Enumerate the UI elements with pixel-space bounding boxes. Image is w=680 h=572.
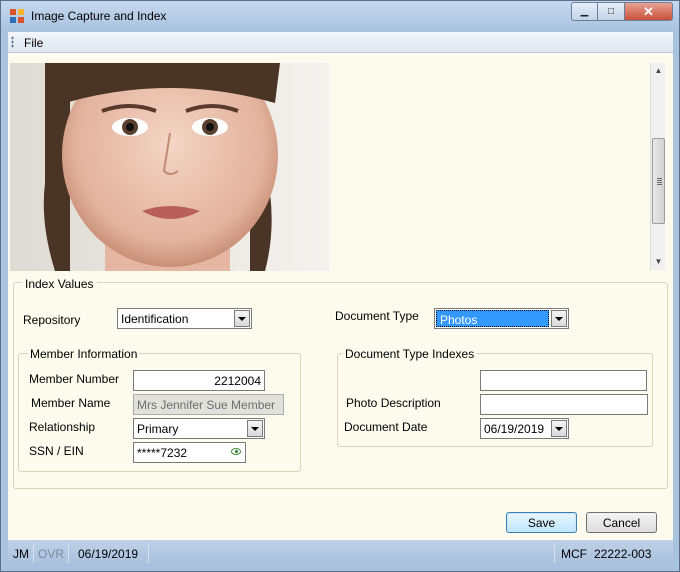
menu-grip-icon [11, 36, 14, 48]
status-bar: JM OVR 06/19/2019 MCF 22222-003 [8, 540, 673, 566]
repository-select[interactable]: Identification [117, 308, 252, 329]
ssn-ein-label: SSN / EIN [29, 444, 84, 458]
status-account: 22222-003 [594, 547, 652, 561]
document-type-select[interactable]: Photos [434, 308, 569, 329]
scroll-down-icon[interactable]: ▼ [653, 256, 664, 268]
minimize-icon: ▁ [580, 6, 589, 17]
close-button[interactable]: ✕ [625, 2, 673, 21]
save-button[interactable]: Save [506, 512, 577, 533]
status-mcf: MCF [561, 547, 587, 561]
app-window: Image Capture and Index ▁ □ ✕ File ▲ ▼ I… [0, 0, 680, 572]
chevron-down-icon[interactable] [234, 310, 250, 327]
status-divider [554, 543, 555, 563]
close-icon: ✕ [643, 3, 654, 19]
ssn-ein-field[interactable]: *****7232 [133, 442, 246, 463]
status-divider [68, 543, 69, 563]
repository-label: Repository [23, 313, 81, 327]
cancel-button-label: Cancel [602, 515, 641, 530]
save-button-label: Save [527, 515, 556, 530]
title-bar[interactable]: Image Capture and Index ▁ □ ✕ [1, 1, 679, 31]
minimize-button[interactable]: ▁ [571, 2, 598, 21]
relationship-select[interactable]: Primary [133, 418, 265, 439]
document-type-value: Photos [436, 310, 549, 327]
chevron-down-icon[interactable] [551, 420, 567, 437]
chevron-down-icon[interactable] [247, 420, 263, 437]
repository-value: Identification [121, 312, 189, 326]
relationship-value: Primary [137, 422, 179, 436]
chevron-down-icon[interactable] [551, 310, 567, 327]
status-ovr: OVR [38, 547, 65, 561]
status-date: 06/19/2019 [78, 547, 139, 561]
relationship-label: Relationship [29, 420, 96, 434]
document-date-label: Document Date [344, 420, 428, 434]
app-icon [10, 9, 24, 23]
cancel-button[interactable]: Cancel [586, 512, 657, 533]
maximize-button[interactable]: □ [598, 2, 625, 21]
status-divider [33, 543, 34, 563]
client-area: ▲ ▼ Index Values Repository Identificati… [8, 53, 673, 540]
person-photo-icon [10, 63, 329, 271]
scroll-up-icon[interactable]: ▲ [653, 65, 664, 77]
scroll-grip-icon [657, 178, 662, 185]
member-information-legend: Member Information [28, 347, 140, 361]
member-number-field[interactable]: 2212004 [133, 370, 265, 391]
document-index-field[interactable] [480, 370, 647, 391]
document-type-indexes-legend: Document Type Indexes [343, 347, 477, 361]
image-scrollbar[interactable]: ▲ ▼ [650, 63, 665, 270]
ssn-ein-value: *****7232 [137, 446, 188, 460]
index-values-legend: Index Values [22, 277, 97, 291]
eye-icon[interactable] [231, 448, 241, 455]
member-name-label: Member Name [31, 396, 111, 410]
window-title: Image Capture and Index [31, 9, 167, 23]
member-number-label: Member Number [29, 372, 120, 386]
maximize-icon: □ [607, 6, 615, 17]
status-user: JM [13, 547, 29, 561]
document-date-picker[interactable]: 06/19/2019 [480, 418, 569, 439]
photo-description-field[interactable] [480, 394, 648, 415]
menu-file[interactable]: File [24, 36, 43, 50]
captured-image [10, 63, 329, 271]
document-type-label: Document Type [335, 309, 419, 323]
member-name-field: Mrs Jennifer Sue Member [133, 394, 284, 415]
status-divider [148, 543, 149, 563]
menu-bar: File [8, 32, 673, 53]
photo-description-label: Photo Description [346, 396, 441, 410]
scroll-thumb[interactable] [652, 138, 665, 224]
document-date-value: 06/19/2019 [484, 422, 545, 436]
